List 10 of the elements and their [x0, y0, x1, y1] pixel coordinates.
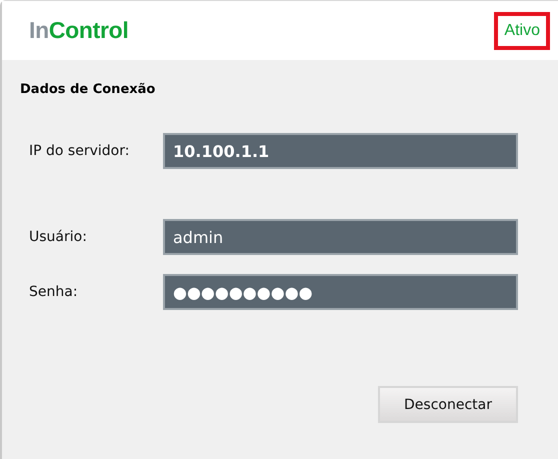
input-field[interactable]: 10.100.1.1	[163, 133, 518, 169]
disconnect-button[interactable]: Desconectar	[378, 386, 518, 423]
field-label: Senha:	[29, 284, 79, 300]
field-label: Usuário:	[29, 229, 88, 245]
input-field[interactable]: ●●●●●●●●●●	[163, 274, 518, 310]
field-label: IP do servidor:	[29, 143, 130, 159]
status-label: Ativo	[494, 12, 550, 50]
input-field[interactable]: admin	[163, 219, 518, 255]
logo: InControl	[29, 17, 129, 44]
section-title: Dados de Conexão	[20, 82, 156, 97]
